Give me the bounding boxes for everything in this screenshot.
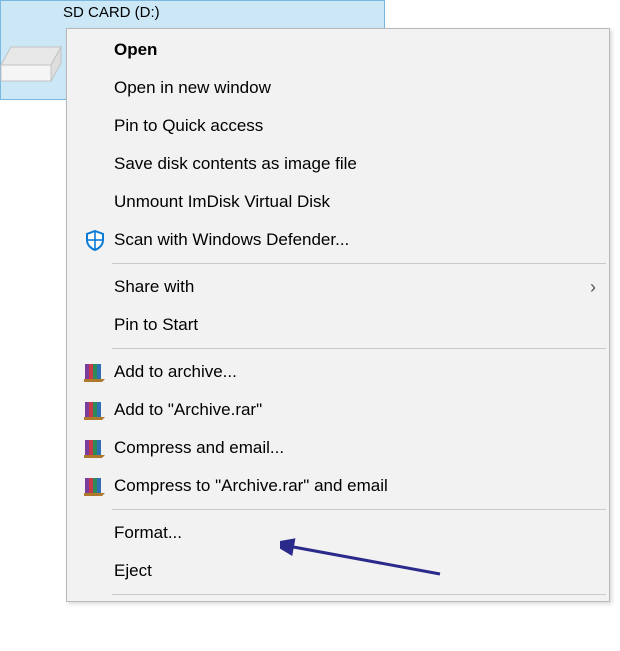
menu-item-pin-quick-access[interactable]: Pin to Quick access [68, 107, 608, 145]
menu-item-add-to-archive[interactable]: Add to archive... [68, 353, 608, 391]
menu-label: Pin to Start [114, 315, 596, 335]
menu-item-compress-archive-email[interactable]: Compress to "Archive.rar" and email [68, 467, 608, 505]
menu-item-open-new-window[interactable]: Open in new window [68, 69, 608, 107]
menu-separator [112, 509, 606, 510]
drive-label: SD CARD (D:) [63, 4, 160, 21]
menu-label: Add to archive... [114, 362, 596, 382]
menu-label: Add to "Archive.rar" [114, 400, 596, 420]
menu-label: Compress to "Archive.rar" and email [114, 476, 596, 496]
menu-separator [112, 263, 606, 264]
menu-label: Share with [114, 277, 578, 297]
menu-item-open[interactable]: Open [68, 31, 608, 69]
menu-label: Scan with Windows Defender... [114, 230, 596, 250]
chevron-right-icon: › [578, 277, 596, 298]
menu-label: Open [114, 40, 596, 60]
menu-item-compress-email[interactable]: Compress and email... [68, 429, 608, 467]
menu-separator [112, 348, 606, 349]
context-menu: Open Open in new window Pin to Quick acc… [66, 28, 610, 602]
menu-label: Open in new window [114, 78, 596, 98]
menu-label: Compress and email... [114, 438, 596, 458]
menu-label: Format... [114, 523, 596, 543]
menu-separator [112, 594, 606, 595]
menu-item-scan-defender[interactable]: Scan with Windows Defender... [68, 221, 608, 259]
drive-icon [0, 35, 71, 94]
menu-label: Eject [114, 561, 596, 581]
menu-item-pin-to-start[interactable]: Pin to Start [68, 306, 608, 344]
winrar-books-icon [76, 399, 114, 421]
winrar-books-icon [76, 361, 114, 383]
menu-item-format[interactable]: Format... [68, 514, 608, 552]
menu-item-save-disk-image[interactable]: Save disk contents as image file [68, 145, 608, 183]
defender-shield-icon [76, 229, 114, 251]
winrar-books-icon [76, 437, 114, 459]
menu-label: Pin to Quick access [114, 116, 596, 136]
winrar-books-icon [76, 475, 114, 497]
menu-label: Unmount ImDisk Virtual Disk [114, 192, 596, 212]
menu-label: Save disk contents as image file [114, 154, 596, 174]
menu-item-add-to-archive-rar[interactable]: Add to "Archive.rar" [68, 391, 608, 429]
menu-item-unmount-imdisk[interactable]: Unmount ImDisk Virtual Disk [68, 183, 608, 221]
menu-item-eject[interactable]: Eject [68, 552, 608, 590]
menu-item-share-with[interactable]: Share with › [68, 268, 608, 306]
